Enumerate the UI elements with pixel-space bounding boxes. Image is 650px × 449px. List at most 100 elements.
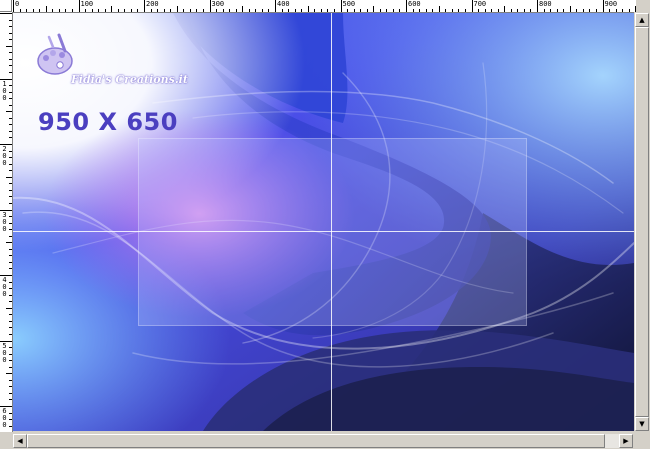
- ruler-tick: [235, 9, 237, 12]
- ruler-tick: [9, 327, 12, 329]
- ruler-tick: [39, 9, 41, 12]
- ruler-tick: [196, 9, 198, 12]
- ruler-tick: [510, 9, 512, 12]
- ruler-tick: [268, 9, 270, 12]
- horizontal-scrollbar[interactable]: ◀ ▶: [12, 432, 634, 449]
- ruler-tick: [602, 0, 604, 12]
- ruler-tick: [366, 9, 368, 12]
- ruler-tick: [523, 9, 525, 12]
- ruler-tick: [9, 360, 12, 362]
- ruler-tick: [9, 85, 12, 87]
- ruler-tick: [392, 9, 394, 12]
- ruler-tick: [281, 9, 283, 12]
- ruler-vertical[interactable]: 1 0 0 2 0 0 3 0 0 4 0 0 5 0 0 6 0 0: [0, 12, 13, 432]
- ruler-tick: [104, 9, 106, 12]
- ruler-tick: [0, 13, 12, 14]
- ruler-tick: [52, 9, 54, 12]
- image-canvas[interactable]: Fidia's Creations.it 950 X 650: [13, 13, 634, 431]
- vertical-scrollbar[interactable]: ▲ ▼: [634, 12, 650, 432]
- guide-vertical[interactable]: [331, 13, 332, 431]
- ruler-corner: [0, 0, 12, 12]
- ruler-tick: [353, 9, 355, 12]
- ruler-tick: [85, 9, 87, 12]
- ruler-tick: [78, 0, 80, 12]
- ruler-tick: [327, 9, 329, 12]
- ruler-tick: [9, 229, 12, 231]
- ruler-tick: [9, 399, 12, 401]
- ruler-tick: [9, 189, 12, 191]
- ruler-tick: [451, 9, 453, 12]
- ruler-tick: [117, 9, 119, 12]
- ruler-tick: [478, 9, 480, 12]
- ruler-label: 400: [277, 0, 290, 8]
- arrow-right-icon[interactable]: ▶: [619, 434, 633, 448]
- ruler-tick: [609, 9, 611, 12]
- ruler-label: 5 0 0: [2, 341, 7, 364]
- ruler-label: 900: [604, 0, 618, 8]
- ruler-label: 1 0 0: [2, 79, 7, 102]
- ruler-tick: [9, 137, 12, 139]
- ruler-tick: [340, 0, 342, 12]
- watermark-logo: Fidia's Creations.it: [35, 31, 188, 101]
- ruler-label: 700: [473, 0, 487, 8]
- ruler-tick: [425, 9, 427, 12]
- ruler-tick: [9, 19, 12, 21]
- ruler-tick: [229, 9, 231, 12]
- ruler-tick: [176, 6, 178, 12]
- ruler-tick: [9, 98, 12, 100]
- ruler-tick: [419, 9, 421, 12]
- ruler-tick: [622, 9, 624, 12]
- ruler-tick: [98, 9, 100, 12]
- ruler-tick: [150, 9, 152, 12]
- logo-text: Fidia's Creations.it: [71, 73, 188, 86]
- ruler-tick: [537, 0, 538, 12]
- ruler-tick: [9, 379, 12, 381]
- ruler-tick: [530, 9, 532, 12]
- ruler-tick: [45, 6, 47, 12]
- arrow-down-icon[interactable]: ▼: [635, 417, 649, 431]
- ruler-tick: [628, 9, 630, 12]
- ruler-tick: [9, 255, 12, 257]
- ruler-tick: [242, 6, 244, 12]
- ruler-tick: [19, 9, 21, 12]
- ruler-tick: [58, 9, 60, 12]
- ruler-tick: [569, 6, 571, 12]
- ruler-tick: [6, 373, 12, 375]
- ruler-label: 0: [15, 0, 20, 8]
- ruler-tick: [307, 6, 309, 12]
- ruler-tick: [209, 0, 211, 12]
- guide-horizontal[interactable]: [13, 231, 634, 232]
- ruler-tick: [9, 26, 12, 28]
- ruler-tick: [32, 9, 34, 12]
- ruler-label: 100: [80, 0, 94, 8]
- ruler-tick: [9, 196, 12, 198]
- ruler-tick: [6, 176, 12, 178]
- ruler-tick: [294, 9, 296, 12]
- arrow-left-icon[interactable]: ◀: [13, 434, 27, 448]
- arrow-up-icon[interactable]: ▲: [635, 13, 649, 27]
- palette-logo-icon: [37, 33, 73, 75]
- ruler-tick: [6, 45, 12, 47]
- ruler-tick: [373, 6, 375, 12]
- ruler-tick: [157, 9, 159, 12]
- ruler-tick: [65, 9, 67, 12]
- ruler-tick: [576, 9, 578, 12]
- ruler-label: 4 0 0: [2, 276, 7, 298]
- ruler-tick: [9, 392, 12, 394]
- ruler-tick: [9, 104, 12, 106]
- ruler-tick: [412, 9, 414, 12]
- ruler-tick: [189, 9, 191, 12]
- ruler-tick: [9, 320, 12, 322]
- ruler-tick: [9, 301, 12, 303]
- horizontal-scroll-thumb[interactable]: [27, 434, 605, 448]
- ruler-horizontal[interactable]: 0 100 200 300 400 500 600 700 800 900: [12, 0, 636, 13]
- ruler-tick: [484, 9, 486, 12]
- ruler-tick: [163, 9, 165, 12]
- vertical-scroll-thumb[interactable]: [635, 27, 649, 417]
- ruler-tick: [183, 9, 185, 12]
- ruler-tick: [9, 65, 12, 67]
- ruler-tick: [255, 9, 257, 12]
- ruler-tick: [6, 111, 12, 113]
- ruler-tick: [314, 9, 316, 12]
- selection-rectangle[interactable]: [138, 138, 527, 326]
